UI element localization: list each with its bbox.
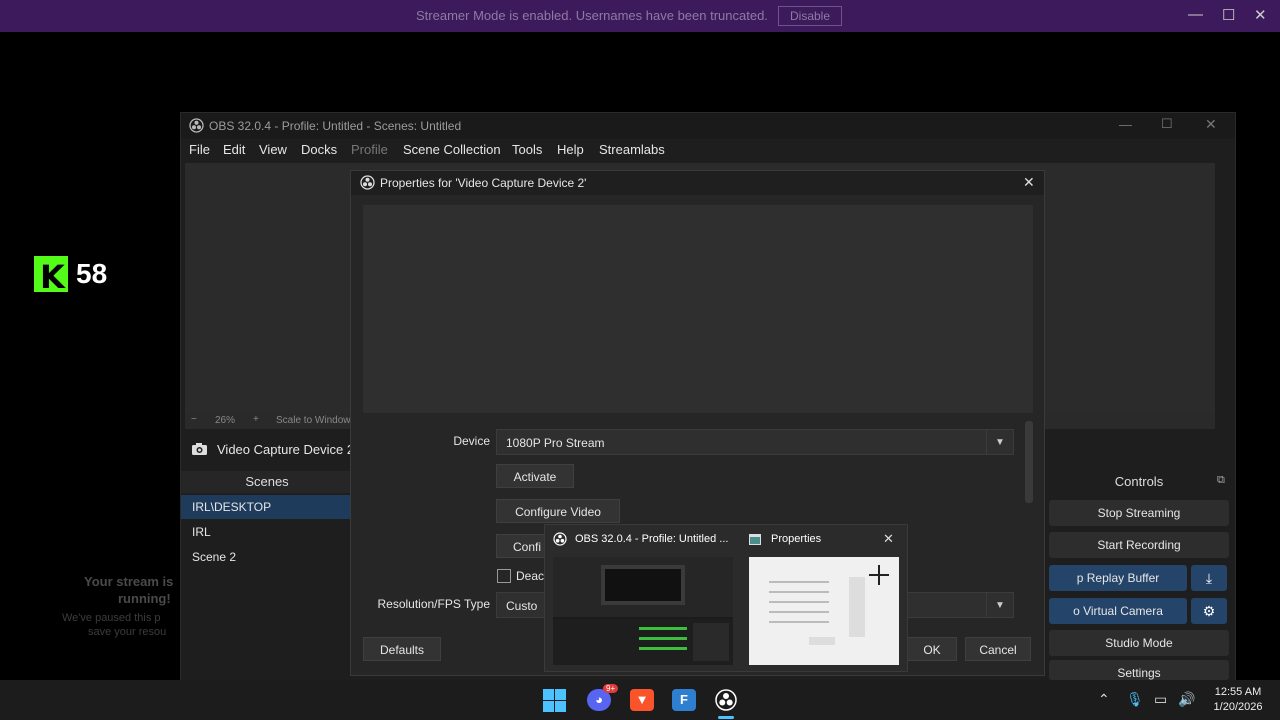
menu-bar: File Edit View Docks Profile Scene Colle…: [181, 139, 1235, 161]
device-label: Device: [453, 434, 490, 448]
taskbar-preview-popup: OBS 32.0.4 - Profile: Untitled ... Prope…: [544, 524, 908, 672]
obs-minimize-button[interactable]: —: [1119, 117, 1132, 132]
zoom-in-button[interactable]: +: [253, 414, 259, 425]
zoom-value: 26%: [215, 415, 236, 426]
obs-maximize-button[interactable]: ☐: [1161, 116, 1173, 132]
disable-streamer-mode-button[interactable]: Disable: [778, 6, 842, 26]
obs-logo-icon: [553, 532, 567, 546]
brave-icon[interactable]: ▼: [630, 689, 654, 711]
clock-date[interactable]: 1/20/2026: [1206, 701, 1270, 713]
scene-item[interactable]: Scene 2: [181, 545, 353, 569]
device-value: 1080P Pro Stream: [506, 436, 605, 450]
menu-docks[interactable]: Docks: [301, 142, 337, 157]
device-select[interactable]: 1080P Pro Stream ▼: [496, 429, 1014, 455]
maximize-button[interactable]: ☐: [1222, 6, 1235, 24]
chevron-down-icon[interactable]: ▼: [986, 430, 1013, 454]
close-icon[interactable]: ✕: [883, 531, 894, 547]
active-indicator: [718, 716, 734, 719]
menu-file[interactable]: File: [189, 142, 210, 157]
zoom-mode[interactable]: Scale to Window: [276, 415, 350, 426]
volume-icon[interactable]: 🔊: [1178, 691, 1195, 708]
properties-title-bar: Properties for 'Video Capture Device 2' …: [351, 171, 1044, 195]
properties-thumbnail-image: [749, 557, 899, 665]
defaults-button[interactable]: Defaults: [363, 637, 441, 661]
menu-help[interactable]: Help: [557, 142, 584, 157]
obs-title-bar: OBS 32.0.4 - Profile: Untitled - Scenes:…: [181, 113, 1235, 139]
chevron-down-icon[interactable]: ▼: [986, 593, 1013, 617]
obs-logo-icon: [189, 118, 204, 133]
paused-text-2: save your resou: [88, 626, 167, 638]
zoom-out-button[interactable]: −: [191, 414, 197, 425]
virtual-camera-settings-icon[interactable]: ⚙: [1191, 598, 1227, 624]
start-recording-button[interactable]: Start Recording: [1049, 532, 1229, 558]
menu-profile[interactable]: Profile: [351, 142, 388, 157]
controls-header: Controls: [1114, 474, 1164, 489]
clock-time[interactable]: 12:55 AM: [1210, 686, 1266, 698]
taskbar: ◕ 9+ ▼ F ⌃ 🎙 ▭ 🔊 12:55 AM 1/20/2026: [0, 680, 1280, 720]
obs-thumbnail-title: OBS 32.0.4 - Profile: Untitled ...: [575, 533, 729, 545]
virtual-camera-button[interactable]: o Virtual Camera: [1049, 598, 1187, 624]
stop-streaming-button[interactable]: Stop Streaming: [1049, 500, 1229, 526]
settings-button[interactable]: Settings: [1049, 660, 1229, 680]
activate-button[interactable]: Activate: [496, 464, 574, 488]
properties-title: Properties for 'Video Capture Device 2': [380, 176, 587, 190]
chevron-up-icon[interactable]: ⌃: [1098, 691, 1110, 708]
microphone-icon[interactable]: 🎙: [1126, 691, 1144, 708]
deactivate-checkbox[interactable]: [497, 569, 511, 583]
camera-icon: [192, 443, 207, 455]
cancel-button[interactable]: Cancel: [965, 637, 1031, 661]
paused-text: We've paused this p: [62, 612, 161, 624]
obs-taskbar-icon[interactable]: [715, 689, 737, 711]
discord-badge: 9+: [603, 684, 619, 693]
configure-video-button[interactable]: Configure Video: [496, 499, 620, 523]
close-button[interactable]: ✕: [1254, 6, 1267, 24]
resolution-label: Resolution/FPS Type: [377, 597, 490, 611]
kick-logo: K: [34, 256, 68, 296]
close-icon[interactable]: ✕: [1023, 174, 1035, 191]
configure-button[interactable]: Confi: [496, 534, 548, 558]
properties-window-icon: [749, 534, 761, 545]
obs-window-title: OBS 32.0.4 - Profile: Untitled - Scenes:…: [209, 119, 462, 133]
network-icon[interactable]: ▭: [1154, 691, 1167, 708]
obs-logo-icon: [360, 175, 375, 190]
fanatical-icon[interactable]: F: [672, 689, 696, 711]
scene-item[interactable]: IRL: [181, 520, 353, 544]
menu-tools[interactable]: Tools: [512, 142, 542, 157]
obs-thumbnail-image: [553, 557, 733, 665]
streamer-mode-banner: Streamer Mode is enabled. Usernames have…: [0, 0, 1280, 32]
kick-logo-letter: K: [40, 258, 65, 296]
obs-close-button[interactable]: ✕: [1205, 116, 1217, 133]
menu-scene-collection[interactable]: Scene Collection: [403, 142, 501, 157]
menu-edit[interactable]: Edit: [223, 142, 245, 157]
replay-buffer-button[interactable]: p Replay Buffer: [1049, 565, 1187, 591]
stream-running-text: Your stream is: [84, 574, 174, 589]
obs-window-thumbnail[interactable]: [553, 557, 733, 665]
viewer-count: 58: [76, 258, 108, 289]
undock-icon[interactable]: ⧉: [1217, 474, 1225, 487]
source-toolbar: Video Capture Device 2: [181, 437, 356, 461]
save-replay-icon[interactable]: ⤓: [1191, 565, 1227, 591]
properties-scrollbar[interactable]: [1025, 421, 1033, 503]
properties-thumbnail-title: Properties: [771, 533, 822, 545]
studio-mode-button[interactable]: Studio Mode: [1049, 630, 1229, 656]
menu-streamlabs[interactable]: Streamlabs: [599, 142, 665, 157]
source-name: Video Capture Device 2: [217, 442, 355, 457]
menu-view[interactable]: View: [259, 142, 287, 157]
stream-running-text-2: running!: [118, 591, 171, 606]
ok-button[interactable]: OK: [907, 637, 957, 661]
scene-item[interactable]: IRL\DESKTOP: [181, 495, 353, 519]
deactivate-label: Deac: [516, 569, 545, 583]
properties-window-thumbnail[interactable]: [749, 557, 899, 665]
windows-start-icon[interactable]: [543, 689, 566, 712]
streamer-mode-message: Streamer Mode is enabled. Usernames have…: [416, 8, 768, 23]
resolution-value: Custo: [506, 599, 538, 613]
properties-preview: [363, 205, 1033, 413]
scenes-header: Scenes: [181, 471, 353, 493]
minimize-button[interactable]: —: [1188, 6, 1203, 23]
